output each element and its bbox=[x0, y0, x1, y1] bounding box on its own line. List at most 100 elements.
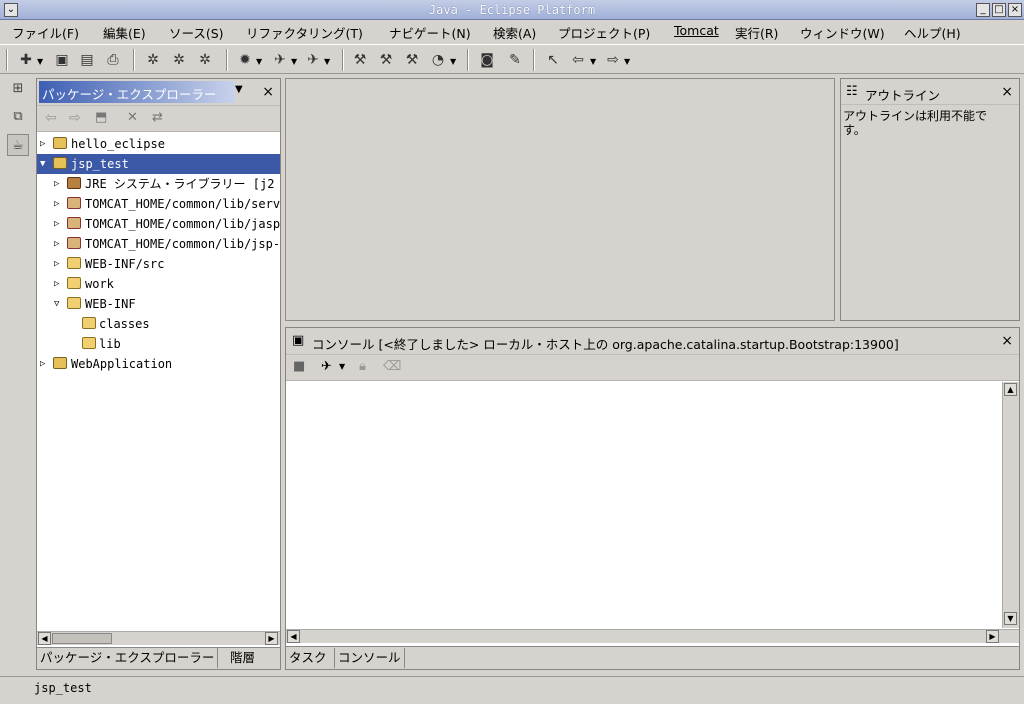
back-icon[interactable]: ⇦ bbox=[568, 50, 588, 70]
new-interface-icon[interactable]: ◔ bbox=[428, 50, 448, 70]
expand-arrow-icon[interactable]: ▷ bbox=[40, 134, 45, 154]
close-window-icon[interactable]: × bbox=[1008, 3, 1022, 17]
search-icon[interactable]: ✎ bbox=[505, 50, 525, 70]
menu-tomcat[interactable]: Tomcat bbox=[674, 23, 719, 38]
maximize-icon[interactable]: □ bbox=[992, 3, 1006, 17]
chevron-down-icon[interactable]: ▼ bbox=[339, 362, 345, 371]
chevron-down-icon[interactable]: ▼ bbox=[624, 57, 630, 66]
tree-item[interactable]: ▷ work bbox=[37, 274, 280, 294]
java-perspective-icon[interactable]: ☕ bbox=[7, 134, 29, 156]
console-output[interactable] bbox=[286, 382, 1002, 628]
tab-package-explorer[interactable]: パッケージ・エクスプローラー bbox=[37, 648, 219, 668]
clear-console-icon[interactable]: ⌫ bbox=[383, 359, 401, 374]
console-header[interactable]: ▣ コンソール [<終了しました> ローカル・ホスト上の org.apache.… bbox=[286, 328, 1019, 355]
tree-item[interactable]: ▷ hello_eclipse bbox=[37, 134, 280, 154]
new-project-icon[interactable]: ⚒ bbox=[350, 50, 370, 70]
menu-refactor[interactable]: リファクタリング(T) bbox=[246, 23, 363, 42]
expand-arrow-icon[interactable]: ▷ bbox=[40, 354, 45, 374]
menu-run[interactable]: 実行(R) bbox=[735, 23, 778, 42]
close-view-icon[interactable]: × bbox=[1001, 84, 1013, 100]
profile-bug-icon[interactable]: ✲ bbox=[195, 50, 215, 70]
new-package-icon[interactable]: ⚒ bbox=[376, 50, 396, 70]
menu-help[interactable]: ヘルプ(H) bbox=[904, 23, 961, 42]
chevron-down-icon[interactable]: ▼ bbox=[37, 57, 43, 66]
tree-item[interactable]: ▷ JRE システム・ライブラリー [j2 bbox=[37, 174, 280, 194]
minimize-icon[interactable]: _ bbox=[976, 3, 990, 17]
scroll-left-icon[interactable]: ◀ bbox=[38, 632, 51, 645]
editor-area[interactable] bbox=[285, 78, 835, 321]
scroll-left-icon[interactable]: ◀ bbox=[287, 630, 300, 643]
vertical-scrollbar[interactable]: ▲ ▼ bbox=[1002, 382, 1019, 628]
chevron-down-icon[interactable]: ▼ bbox=[590, 57, 596, 66]
menu-navigate[interactable]: ナビゲート(N) bbox=[389, 23, 471, 42]
menu-edit[interactable]: 編集(E) bbox=[103, 23, 146, 42]
debug-bug-icon[interactable]: ✲ bbox=[143, 50, 163, 70]
back-icon[interactable]: ⇦ bbox=[45, 110, 57, 126]
collapse-arrow-icon[interactable]: ▼ bbox=[40, 154, 45, 174]
tree-item[interactable]: ▷ TOMCAT_HOME/common/lib/jsp-a bbox=[37, 234, 280, 254]
menu-project[interactable]: プロジェクト(P) bbox=[558, 23, 650, 42]
tree-item[interactable]: ▷ TOMCAT_HOME/common/lib/jaspe bbox=[37, 214, 280, 234]
forward-icon[interactable]: ⇨ bbox=[69, 110, 81, 126]
forward-icon[interactable]: ⇨ bbox=[603, 50, 623, 70]
expand-arrow-icon[interactable]: ▷ bbox=[54, 274, 59, 294]
expand-arrow-icon[interactable]: ▷ bbox=[54, 194, 59, 214]
scroll-right-icon[interactable]: ▶ bbox=[986, 630, 999, 643]
external-tools-icon[interactable]: ✈ bbox=[303, 50, 323, 70]
collapse-all-icon[interactable]: ✕ bbox=[127, 110, 138, 125]
package-explorer-header[interactable]: パッケージ・エクスプローラー ▼ × bbox=[37, 79, 280, 106]
menu-window[interactable]: ウィンドウ(W) bbox=[800, 23, 885, 42]
resource-perspective-icon[interactable]: ⧉ bbox=[7, 106, 29, 128]
chevron-down-icon[interactable]: ▼ bbox=[291, 57, 297, 66]
tree-item-label: classes bbox=[99, 317, 150, 331]
terminate-icon[interactable]: ■ bbox=[293, 359, 305, 374]
menu-search[interactable]: 検索(A) bbox=[493, 23, 536, 42]
run-icon[interactable]: ✈ bbox=[270, 50, 290, 70]
new-class-icon[interactable]: ⚒ bbox=[402, 50, 422, 70]
expand-arrow-icon[interactable]: ▷ bbox=[54, 174, 59, 194]
outline-header[interactable]: ☷ アウトライン × bbox=[841, 79, 1019, 105]
link-with-editor-icon[interactable]: ⇄ bbox=[152, 110, 163, 125]
close-view-icon[interactable]: × bbox=[1001, 333, 1013, 349]
display-console-icon[interactable]: ✈ bbox=[321, 359, 332, 374]
horizontal-scrollbar[interactable]: ◀ ▶ bbox=[37, 631, 280, 645]
close-view-icon[interactable]: × bbox=[262, 84, 274, 100]
expand-arrow-icon[interactable]: ▷ bbox=[54, 234, 59, 254]
tab-tasks[interactable]: タスク bbox=[286, 648, 330, 668]
menu-file[interactable]: ファイル(F) bbox=[12, 23, 79, 42]
scroll-thumb[interactable] bbox=[52, 633, 112, 644]
title-bar[interactable]: ⌄ Java - Eclipse Platform _ □ × bbox=[0, 0, 1024, 20]
expand-arrow-icon[interactable]: ▷ bbox=[54, 214, 59, 234]
save-icon[interactable]: ▣ bbox=[52, 50, 72, 70]
save-all-icon[interactable]: ▤ bbox=[77, 50, 97, 70]
menu-source[interactable]: ソース(S) bbox=[169, 23, 224, 42]
last-edit-location-icon[interactable]: ↖ bbox=[543, 50, 563, 70]
debug-icon[interactable]: ✹ bbox=[235, 50, 255, 70]
chevron-down-icon[interactable]: ▼ bbox=[450, 57, 456, 66]
tab-console[interactable]: コンソール bbox=[334, 648, 405, 668]
tree-item[interactable]: ▽ WEB-INF bbox=[37, 294, 280, 314]
tree-item[interactable]: ▷ WEB-INF/src bbox=[37, 254, 280, 274]
open-type-icon[interactable]: ◙ bbox=[477, 50, 497, 70]
scroll-down-icon[interactable]: ▼ bbox=[1004, 612, 1017, 625]
expand-arrow-icon[interactable]: ▷ bbox=[54, 254, 59, 274]
tree-item[interactable]: ▷ WebApplication bbox=[37, 354, 280, 374]
chevron-down-icon[interactable]: ▼ bbox=[324, 57, 330, 66]
tree-item[interactable]: classes bbox=[37, 314, 280, 334]
tree-item[interactable]: lib bbox=[37, 334, 280, 354]
run-bug-icon[interactable]: ✲ bbox=[169, 50, 189, 70]
scroll-lock-icon[interactable]: 🔒︎ bbox=[359, 359, 366, 374]
new-icon[interactable]: ✚ bbox=[16, 50, 36, 70]
view-menu-icon[interactable]: ▼ bbox=[235, 84, 243, 95]
tree-item[interactable]: ▷ TOMCAT_HOME/common/lib/servl bbox=[37, 194, 280, 214]
print-icon[interactable]: ⎙ bbox=[103, 50, 123, 70]
scroll-right-icon[interactable]: ▶ bbox=[265, 632, 278, 645]
up-icon[interactable]: ⬒ bbox=[95, 110, 107, 125]
horizontal-scrollbar[interactable]: ◀ ▶ bbox=[286, 629, 1019, 643]
tree-item-selected[interactable]: ▼ jsp_test bbox=[37, 154, 280, 174]
open-perspective-icon[interactable]: ⊞ bbox=[7, 78, 29, 100]
tab-hierarchy[interactable]: 階層 bbox=[227, 648, 258, 668]
collapse-arrow-icon[interactable]: ▽ bbox=[54, 294, 59, 314]
scroll-up-icon[interactable]: ▲ bbox=[1004, 383, 1017, 396]
chevron-down-icon[interactable]: ▼ bbox=[256, 57, 262, 66]
